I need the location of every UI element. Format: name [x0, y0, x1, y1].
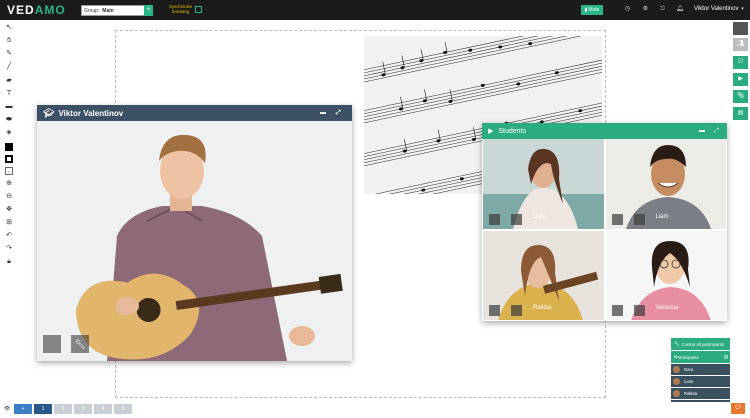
student-mic-icon[interactable] [489, 213, 500, 225]
users-icon[interactable]: 👥︎ [733, 38, 748, 51]
student-wrench-icon[interactable] [633, 213, 645, 225]
user-menu[interactable]: Viktor Valentinov [694, 6, 738, 12]
page-tab[interactable]: 5 [114, 404, 132, 414]
whiteboard-toolbar: ↖ ✋︎ ✎ ╱ ▰ T ▬ ⬬ ◈ • ⊕ ⊖ ✥ ⊞ ↶ ↷ 🔒︎ [0, 20, 18, 400]
notes-icon[interactable]: ▤ [733, 107, 748, 120]
color-picker[interactable] [5, 143, 13, 151]
mic-icon: ▮ [584, 7, 588, 13]
lock-icon[interactable]: 🔒︎ [5, 258, 13, 266]
students-title: Students [498, 127, 527, 135]
chat-bubble-icon[interactable]: 💬︎ [731, 403, 745, 414]
student-tile-ralitsa[interactable]: Ralitsa [483, 230, 604, 320]
teacher-name: Viktor Valentinov [58, 108, 124, 118]
students-window-header[interactable]: ▶ Students ▬ ⤢ [482, 123, 727, 139]
ellipse-tool-icon[interactable]: ⬬ [5, 116, 13, 124]
pen-tool-icon[interactable]: ✎ [5, 50, 13, 58]
page-tab[interactable]: 1 [34, 404, 52, 414]
student-tile-dara[interactable]: Dara [483, 139, 604, 229]
clock-icon[interactable]: ◷ [624, 6, 631, 13]
mute-button[interactable]: ▮ Mute [581, 5, 603, 15]
minimize-icon[interactable]: ▬ [699, 128, 705, 134]
chevron-down-icon[interactable]: ▾ [739, 6, 746, 13]
student-wrench-icon[interactable] [511, 305, 522, 316]
move-icon[interactable]: ✥ [5, 206, 13, 214]
teacher-wrench-icon[interactable]: 🔧︎ [71, 335, 89, 353]
student-wrench-icon[interactable] [633, 305, 645, 316]
pointer-tool-icon[interactable]: ↖ [5, 24, 13, 32]
group-label: Group: [84, 7, 100, 14]
student-tile-vanessa[interactable]: Vanessa [605, 230, 726, 320]
sync-toggle-icon[interactable] [195, 6, 202, 13]
avatar[interactable] [733, 22, 748, 35]
bell-icon[interactable]: 🔔︎ [676, 6, 684, 13]
play-icon[interactable]: ▶ [733, 73, 748, 86]
fill-tool-icon[interactable]: ◈ [5, 129, 13, 137]
student-tile-liam[interactable]: Liam [605, 139, 726, 229]
student-mic-icon[interactable] [489, 305, 500, 316]
group-value: Main [102, 7, 114, 14]
avatar [673, 378, 680, 385]
undo-icon[interactable]: ↶ [5, 232, 13, 240]
teacher-window-header[interactable]: 🎓︎ Viktor Valentinov ▬ ⤢ [37, 105, 352, 121]
student-name: Dara [533, 213, 547, 220]
right-sidebar: 👥︎ 💬︎ ▶ 📎︎ ▤ [732, 20, 750, 120]
student-name: Ralitsa [533, 305, 552, 311]
participant-row[interactable]: Liam [671, 376, 730, 387]
zoom-out-icon[interactable]: ⊖ [5, 193, 13, 201]
students-window[interactable]: ▶ Students ▬ ⤢ Dara Liam Ralitsa Vanessa [482, 123, 727, 321]
line-tool-icon[interactable]: ╱ [5, 63, 13, 71]
video-camera-icon: ▶ [488, 128, 494, 135]
participant-row[interactable]: Dara [671, 364, 730, 375]
add-page-button[interactable]: + [14, 404, 32, 414]
page-tab[interactable]: 4 [94, 404, 112, 414]
stroke-size-picker[interactable]: • [5, 167, 13, 175]
participant-row[interactable]: Ralitsa [671, 388, 730, 399]
stroke-color-picker[interactable] [5, 155, 13, 163]
exit-icon[interactable]: ⎋ [659, 6, 666, 13]
teacher-video-window[interactable]: 🎓︎ Viktor Valentinov ▬ ⤢ 🔧︎ [37, 105, 352, 361]
expand-icon[interactable]: ⤢ [336, 110, 342, 116]
teacher-mic-icon[interactable] [43, 335, 61, 353]
avatar [673, 390, 680, 397]
grid-icon[interactable]: ⊞ [5, 219, 13, 227]
synchronize-browsing-label[interactable]: Synchronize browsing [169, 4, 192, 14]
bottom-bar [0, 402, 750, 418]
control-all-participants-button[interactable]: 🔧︎ Control all participants [671, 338, 730, 350]
attachment-icon[interactable]: 📎︎ [733, 90, 748, 103]
wrench-icon: 🔧︎ [674, 341, 680, 346]
page-tab[interactable]: 3 [74, 404, 92, 414]
student-mic-icon[interactable] [611, 305, 623, 316]
vedamo-logo: VEDAMO [7, 3, 66, 17]
settings-icon[interactable]: ⚙ [642, 6, 649, 13]
page-tab[interactable]: 2 [54, 404, 72, 414]
avatar [673, 366, 680, 373]
teacher-video-feed: 🔧︎ [37, 121, 352, 361]
top-bar: VEDAMO Group: Main + Synchronize browsing… [0, 0, 750, 20]
minimize-icon[interactable]: ▬ [320, 110, 326, 116]
chat-icon[interactable]: 💬︎ [733, 56, 748, 69]
student-name: Liam [655, 213, 669, 220]
hand-tool-icon[interactable]: ✋︎ [5, 37, 13, 45]
participants-header[interactable]: ▾ Participants ▥ [671, 351, 730, 363]
add-group-button[interactable]: + [144, 5, 153, 16]
group-select[interactable]: Group: Main + [81, 5, 153, 16]
text-tool-icon[interactable]: T [5, 90, 13, 98]
student-mic-icon[interactable] [611, 213, 623, 225]
redo-icon[interactable]: ↷ [5, 245, 13, 253]
zoom-in-icon[interactable]: ⊕ [5, 180, 13, 188]
student-name: Vanessa [655, 305, 679, 311]
eye-icon[interactable]: 👁︎ [2, 404, 12, 414]
graduation-cap-icon: 🎓︎ [43, 107, 55, 118]
highlighter-tool-icon[interactable]: ▰ [5, 77, 13, 85]
rectangle-tool-icon[interactable]: ▬ [5, 103, 13, 111]
student-wrench-icon[interactable] [511, 213, 522, 225]
expand-icon[interactable]: ⤢ [714, 128, 720, 134]
chart-icon[interactable]: ▥ [724, 354, 728, 360]
